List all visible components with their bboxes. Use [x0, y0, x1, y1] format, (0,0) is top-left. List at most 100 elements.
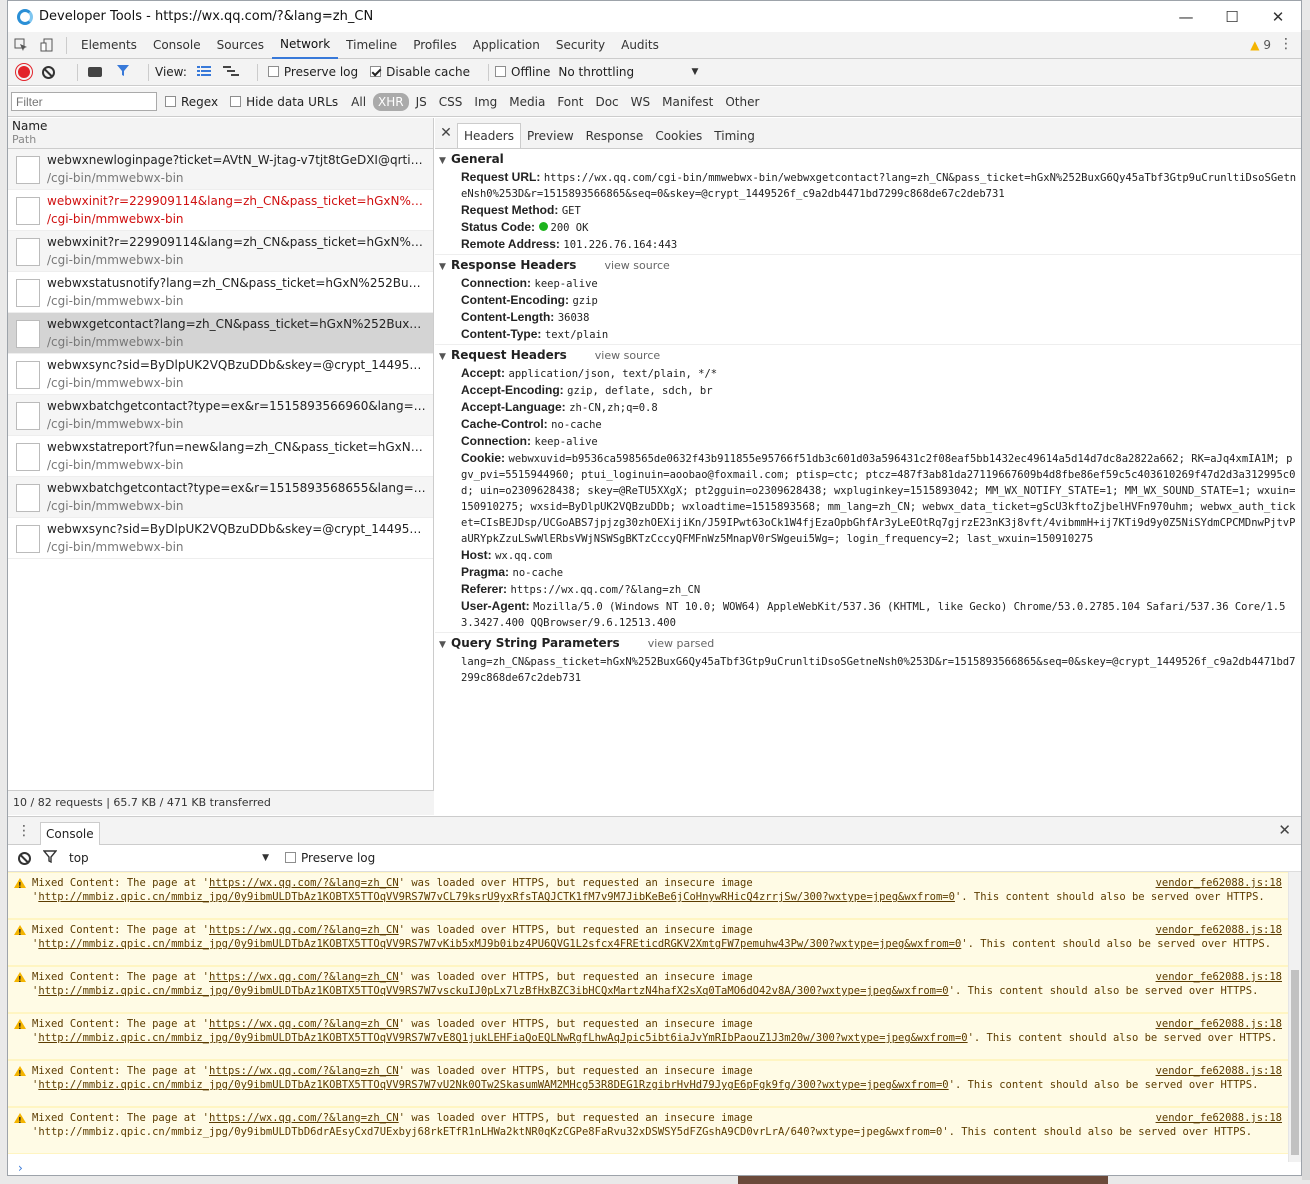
detail-tab-cookies[interactable]: Cookies: [649, 124, 708, 148]
response-headers-toggle[interactable]: ▼ Response Headers view source: [439, 255, 1301, 276]
scrollbar-thumb[interactable]: [1291, 970, 1299, 1155]
header-value: no-cache: [551, 419, 602, 431]
clear-console-icon[interactable]: [18, 851, 31, 865]
filter-type-all[interactable]: All: [346, 93, 371, 111]
request-row[interactable]: webwxstatusnotify?lang=zh_CN&pass_ticket…: [8, 272, 433, 313]
tab-timeline[interactable]: Timeline: [338, 32, 405, 59]
page-url-link[interactable]: https://wx.qq.com/?&lang=zh_CN: [209, 1018, 399, 1030]
filter-type-js[interactable]: JS: [411, 93, 432, 111]
request-row[interactable]: webwxinit?r=229909114&lang=zh_CN&pass_ti…: [8, 231, 433, 272]
request-list-header[interactable]: Name Path: [8, 118, 433, 149]
tab-console[interactable]: Console: [145, 32, 209, 59]
image-url-link[interactable]: http://mmbiz.qpic.cn/mmbiz_jpg/0y9ibmULD…: [38, 985, 948, 997]
filter-type-font[interactable]: Font: [552, 93, 588, 111]
request-list: Name Path webwxnewloginpage?ticket=AVtN_…: [8, 118, 434, 815]
more-options-icon[interactable]: ⋮: [1279, 37, 1293, 51]
offline-checkbox[interactable]: Offline: [495, 65, 550, 79]
warnings-counter[interactable]: ▲ 9: [1250, 32, 1271, 59]
tab-profiles[interactable]: Profiles: [405, 32, 465, 59]
overview-icon[interactable]: [222, 65, 239, 80]
image-url-link[interactable]: http://mmbiz.qpic.cn/mmbiz_jpg/0y9ibmULD…: [38, 891, 955, 903]
console-scrollbar[interactable]: [1288, 872, 1301, 1162]
page-url-link[interactable]: https://wx.qq.com/?&lang=zh_CN: [209, 1065, 399, 1077]
minimize-button[interactable]: —: [1163, 1, 1209, 32]
filter-type-xhr[interactable]: XHR: [373, 92, 409, 111]
console-preserve-log-checkbox[interactable]: Preserve log: [285, 851, 375, 865]
general-section-toggle[interactable]: ▼ General: [439, 149, 1301, 170]
message-source-link[interactable]: vendor_fe62088.js:18: [1156, 876, 1282, 890]
query-string-value: lang=zh_CN&pass_ticket=hGxN%252BuxG6Qy45…: [461, 656, 1296, 684]
regex-checkbox[interactable]: Regex: [165, 95, 218, 109]
header-key: Referer:: [461, 582, 508, 596]
request-row[interactable]: webwxstatreport?fun=new&lang=zh_CN&pass_…: [8, 436, 433, 477]
disable-cache-checkbox[interactable]: Disable cache: [370, 65, 470, 79]
image-url-link[interactable]: http://mmbiz.qpic.cn/mmbiz_jpg/0y9ibmULD…: [38, 938, 961, 950]
filter-input[interactable]: [11, 92, 157, 111]
detail-tab-headers[interactable]: Headers: [457, 123, 521, 148]
message-source-link[interactable]: vendor_fe62088.js:18: [1156, 970, 1282, 984]
request-row[interactable]: webwxbatchgetcontact?type=ex&r=151589356…: [8, 395, 433, 436]
response-view-source-link[interactable]: view source: [604, 259, 669, 272]
record-icon[interactable]: [16, 64, 32, 80]
throttling-select[interactable]: No throttling ▼: [558, 65, 698, 79]
tab-sources[interactable]: Sources: [209, 32, 272, 59]
filter-type-media[interactable]: Media: [504, 93, 550, 111]
checkbox-box: [165, 95, 176, 107]
filter-type-manifest[interactable]: Manifest: [657, 93, 718, 111]
console-warning-message: vendor_fe62088.js:18 Mixed Content: The p…: [8, 1107, 1288, 1154]
page-url-link[interactable]: https://wx.qq.com/?&lang=zh_CN: [209, 924, 399, 936]
request-row[interactable]: webwxinit?r=229909114&lang=zh_CN&pass_ti…: [8, 190, 433, 231]
tab-application[interactable]: Application: [465, 32, 548, 59]
view-parsed-link[interactable]: view parsed: [648, 637, 715, 650]
inspect-element-icon[interactable]: [8, 32, 34, 59]
message-source-link[interactable]: vendor_fe62088.js:18: [1156, 1111, 1282, 1125]
close-drawer-icon[interactable]: ✕: [1278, 821, 1291, 839]
drawer-header: ⋮ Console ✕: [8, 816, 1301, 845]
filter-type-ws[interactable]: WS: [626, 93, 655, 111]
close-detail-icon[interactable]: ✕: [435, 118, 457, 148]
page-url-link[interactable]: https://wx.qq.com/?&lang=zh_CN: [209, 877, 399, 889]
query-string-toggle[interactable]: ▼ Query String Parameters view parsed: [439, 633, 1301, 654]
filter-type-img[interactable]: Img: [469, 93, 502, 111]
detail-tab-preview[interactable]: Preview: [521, 124, 580, 148]
image-url-link[interactable]: http://mmbiz.qpic.cn/mmbiz_jpg/0y9ibmULD…: [38, 1032, 967, 1044]
request-row[interactable]: webwxbatchgetcontact?type=ex&r=151589356…: [8, 477, 433, 518]
request-row[interactable]: webwxsync?sid=ByDlpUK2VQBzuDDb&skey=@cry…: [8, 518, 433, 559]
message-source-link[interactable]: vendor_fe62088.js:18: [1156, 1064, 1282, 1078]
drawer-menu-icon[interactable]: ⋮: [8, 823, 40, 839]
detail-tab-response[interactable]: Response: [580, 124, 650, 148]
device-toolbar-icon[interactable]: [34, 32, 60, 59]
image-url-link[interactable]: http://mmbiz.qpic.cn/mmbiz_jpg/0y9ibmULD…: [38, 1079, 948, 1091]
request-view-source-link[interactable]: view source: [595, 349, 660, 362]
filter-type-css[interactable]: CSS: [434, 93, 468, 111]
filter-type-other[interactable]: Other: [720, 93, 764, 111]
request-row[interactable]: webwxnewloginpage?ticket=AVtN_W-jtag-v7t…: [8, 149, 433, 190]
tab-security[interactable]: Security: [548, 32, 613, 59]
maximize-button[interactable]: ☐: [1209, 1, 1255, 32]
drawer-tab-console[interactable]: Console: [40, 821, 100, 845]
large-rows-icon[interactable]: [196, 65, 211, 80]
message-prefix: Mixed Content: The page at ': [32, 1112, 210, 1124]
filter-type-doc[interactable]: Doc: [590, 93, 623, 111]
hide-data-urls-checkbox[interactable]: Hide data URLs: [230, 95, 338, 109]
close-window-button[interactable]: ✕: [1255, 1, 1301, 32]
request-headers-toggle[interactable]: ▼ Request Headers view source: [439, 345, 1301, 366]
page-url-link[interactable]: https://wx.qq.com/?&lang=zh_CN: [209, 1112, 399, 1124]
page-url-link[interactable]: https://wx.qq.com/?&lang=zh_CN: [209, 971, 399, 983]
tab-audits[interactable]: Audits: [613, 32, 667, 59]
filter-icon[interactable]: [116, 64, 130, 80]
detail-tab-timing[interactable]: Timing: [708, 124, 761, 148]
tab-elements[interactable]: Elements: [73, 32, 145, 59]
request-row[interactable]: webwxgetcontact?lang=zh_CN&pass_ticket=h…: [8, 313, 433, 354]
file-icon: [16, 279, 40, 307]
capture-screenshots-icon[interactable]: [88, 67, 102, 77]
tab-network[interactable]: Network: [272, 32, 339, 59]
message-source-link[interactable]: vendor_fe62088.js:18: [1156, 923, 1282, 937]
request-row[interactable]: webwxsync?sid=ByDlpUK2VQBzuDDb&skey=@cry…: [8, 354, 433, 395]
preserve-log-checkbox[interactable]: Preserve log: [267, 65, 358, 79]
context-select[interactable]: top ▼: [69, 851, 269, 865]
clear-icon[interactable]: [42, 65, 55, 79]
console-filter-icon[interactable]: [42, 850, 58, 866]
message-source-link[interactable]: vendor_fe62088.js:18: [1156, 1017, 1282, 1031]
console-prompt[interactable]: ›: [8, 1161, 1288, 1176]
